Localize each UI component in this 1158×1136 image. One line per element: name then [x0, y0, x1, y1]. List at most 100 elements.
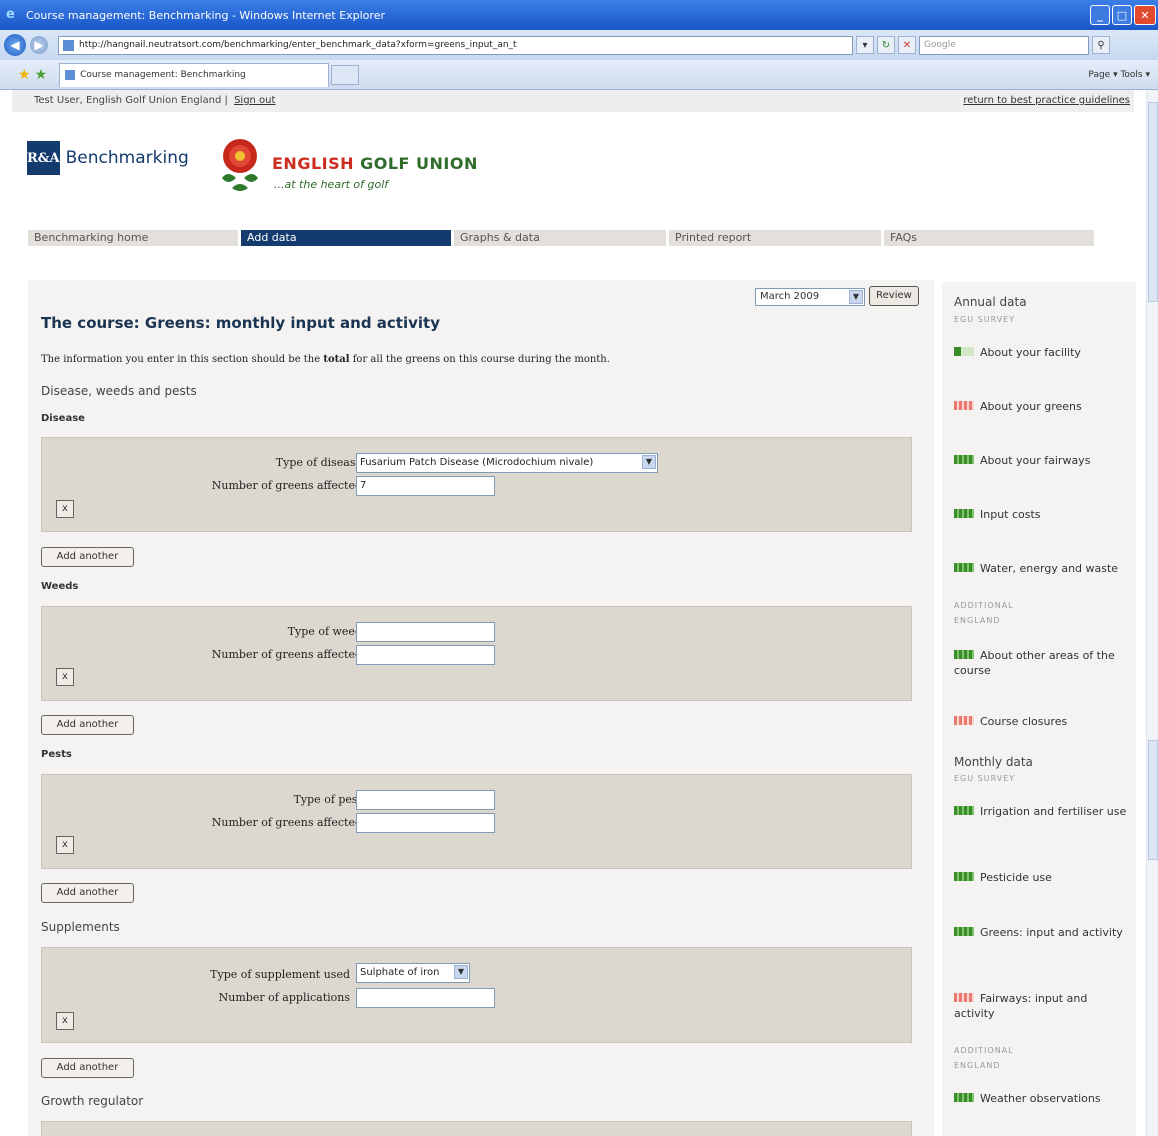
sidebar-item-course-closures[interactable]: Course closures — [954, 714, 1129, 729]
page-title: The course: Greens: monthly input and ac… — [41, 314, 440, 332]
supplement-type-label: Type of supplement used — [210, 968, 350, 981]
address-bar[interactable]: http://hangnail.neutratsort.com/benchmar… — [58, 35, 853, 55]
search-input[interactable]: Google — [919, 35, 1089, 55]
chevron-down-icon: ▼ — [454, 965, 468, 979]
add-weed-button[interactable]: Add another — [41, 715, 134, 735]
weed-count-label: Number of greens affected — [211, 648, 362, 661]
nav-item-faqs[interactable]: FAQs — [884, 230, 1094, 246]
sidebar-item-irrigation[interactable]: Irrigation and fertiliser use — [954, 804, 1129, 819]
new-tab-button[interactable] — [331, 64, 360, 85]
add-favorites-icon[interactable]: ★ — [35, 67, 48, 83]
add-supplement-button[interactable]: Add another — [41, 1058, 134, 1078]
supplement-type-select[interactable]: Sulphate of iron ▼ — [356, 963, 470, 983]
return-link[interactable]: return to best practice guidelines — [963, 95, 1130, 106]
sidebar-item-label: Water, energy and waste — [980, 562, 1119, 575]
status-bar-icon — [954, 716, 974, 725]
weeds-entry: Type of weed Number of greens affected x — [41, 606, 912, 701]
sidebar-item-greens-input[interactable]: Greens: input and activity — [954, 925, 1129, 940]
pest-count-input[interactable] — [356, 813, 495, 833]
sidebar-item-facility[interactable]: About your facility — [954, 345, 1129, 360]
chevron-down-icon: ▼ — [642, 455, 656, 469]
sidebar-item-fairways[interactable]: About your fairways — [954, 453, 1129, 468]
remove-supplement-button[interactable]: x — [56, 1012, 74, 1030]
chevron-down-icon: ▼ — [849, 290, 863, 304]
address-toolbar: ◀ ▶ http://hangnail.neutratsort.com/benc… — [0, 30, 1158, 60]
nav-item-graphs[interactable]: Graphs & data — [454, 230, 666, 246]
section-disease-weeds-pests: Disease, weeds and pests — [41, 384, 197, 398]
sidebar-item-input-costs[interactable]: Input costs — [954, 507, 1129, 522]
sidebar-item-other-areas[interactable]: About other areas of the course — [954, 648, 1129, 678]
supplement-count-label: Number of applications — [218, 991, 350, 1004]
add-disease-button[interactable]: Add another — [41, 547, 134, 567]
sidebar-item-label: Irrigation and fertiliser use — [980, 805, 1127, 818]
pest-type-input[interactable] — [356, 790, 495, 810]
scrollbar-thumb[interactable] — [1148, 102, 1158, 302]
weed-type-input[interactable] — [356, 622, 495, 642]
monthly-heading: Monthly data — [954, 755, 1033, 769]
month-select[interactable]: March 2009 ▼ — [755, 288, 865, 306]
window-title: Course management: Benchmarking - Window… — [26, 8, 385, 22]
window-titlebar: e Course management: Benchmarking - Wind… — [0, 0, 1158, 30]
minimize-icon[interactable]: _ — [1090, 5, 1110, 25]
sidebar-item-label: About your greens — [980, 400, 1082, 413]
sidebar-item-label: Greens: input and activity — [980, 926, 1123, 939]
remove-pest-button[interactable]: x — [56, 836, 74, 854]
annual-subheading: EGU SURVEY — [954, 315, 1016, 324]
pest-count-label: Number of greens affected — [211, 816, 362, 829]
egu-title-rest: GOLF UNION — [354, 154, 478, 173]
status-bar-icon — [954, 993, 974, 1002]
pests-heading: Pests — [41, 749, 72, 760]
section-growth-regulator: Growth regulator — [41, 1094, 144, 1108]
maximize-icon[interactable]: □ — [1112, 5, 1132, 25]
sidebar-item-water-energy[interactable]: Water, energy and waste — [954, 561, 1129, 576]
page-icon — [63, 39, 74, 51]
tab-toolbar: ★ ★ Course management: Benchmarking Page… — [0, 60, 1158, 90]
sidebar-item-label: Weather observations — [980, 1092, 1101, 1105]
intro-after: for all the greens on this course during… — [349, 354, 610, 365]
supplement-type-value: Sulphate of iron — [360, 967, 440, 978]
month-value: March 2009 — [760, 291, 820, 302]
ra-logo[interactable]: R&A Benchmarking — [27, 140, 189, 176]
sidebar-item-greens[interactable]: About your greens — [954, 399, 1129, 414]
page-scrollbar[interactable] — [1146, 90, 1158, 1136]
command-bar[interactable]: Page ▾ Tools ▾ — [1088, 70, 1150, 80]
disease-count-input[interactable]: 7 — [356, 476, 495, 496]
disease-type-select[interactable]: Fusarium Patch Disease (Microdochium niv… — [356, 453, 658, 473]
sidebar-item-pesticide[interactable]: Pesticide use — [954, 870, 1129, 885]
annual-heading: Annual data — [954, 295, 1027, 309]
monthly-additional-label: ADDITIONAL — [954, 1046, 1014, 1055]
favorites-star-icon[interactable]: ★ — [18, 67, 31, 83]
remove-weed-button[interactable]: x — [56, 668, 74, 686]
main-nav: Benchmarking home Add data Graphs & data… — [28, 230, 1100, 246]
monthly-subheading: EGU SURVEY — [954, 774, 1016, 783]
status-bar-icon — [954, 401, 974, 410]
forward-icon[interactable]: ▶ — [30, 36, 48, 54]
intro-text: The information you enter in this sectio… — [41, 354, 610, 365]
browser-tab[interactable]: Course management: Benchmarking — [59, 62, 330, 87]
search-icon[interactable]: ⚲ — [1092, 36, 1110, 54]
intro-before: The information you enter in this sectio… — [41, 354, 324, 365]
nav-item-home[interactable]: Benchmarking home — [28, 230, 238, 246]
supplement-count-input[interactable] — [356, 988, 495, 1008]
dropdown-icon[interactable]: ▾ — [856, 36, 874, 54]
intro-bold: total — [323, 354, 350, 365]
pest-type-label: Type of pest — [293, 793, 362, 806]
sidebar-item-label: About your fairways — [980, 454, 1091, 467]
remove-disease-button[interactable]: x — [56, 500, 74, 518]
sidebar-item-weather[interactable]: Weather observations — [954, 1091, 1129, 1106]
refresh-icon[interactable]: ↻ — [877, 36, 895, 54]
close-icon[interactable]: ✕ — [1134, 5, 1156, 25]
weed-type-label: Type of weed — [287, 625, 362, 638]
back-icon[interactable]: ◀ — [4, 34, 26, 56]
weed-count-input[interactable] — [356, 645, 495, 665]
nav-item-add-data[interactable]: Add data — [241, 230, 451, 246]
stop-icon[interactable]: ✕ — [898, 36, 916, 54]
status-bar-icon — [954, 347, 974, 356]
sign-out-link[interactable]: Sign out — [234, 95, 275, 106]
add-pest-button[interactable]: Add another — [41, 883, 134, 903]
sidebar-item-label: Pesticide use — [980, 871, 1052, 884]
nav-item-printed-report[interactable]: Printed report — [669, 230, 881, 246]
sidebar-item-fairways-input[interactable]: Fairways: input and activity — [954, 991, 1129, 1021]
sidebar-item-label: Input costs — [980, 508, 1041, 521]
review-button[interactable]: Review — [869, 286, 919, 306]
